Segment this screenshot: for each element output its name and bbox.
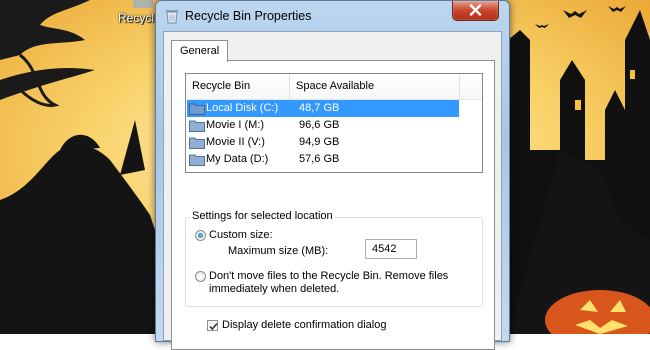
location-name: Local Disk (C:) <box>206 102 279 114</box>
checkmark-icon <box>209 322 218 331</box>
window-title: Recycle Bin Properties <box>185 9 312 23</box>
close-icon <box>469 4 482 16</box>
location-space: 48,7 GB <box>299 102 340 114</box>
general-tab-panel: Recycle Bin Location Space Available Loc… <box>171 60 495 350</box>
list-item-my-data-d[interactable]: My Data (D:) 57,6 GB <box>187 151 459 168</box>
custom-size-radio[interactable] <box>195 230 206 241</box>
custom-size-label[interactable]: Custom size: <box>209 229 273 241</box>
maximum-size-input[interactable]: 4542 <box>365 239 417 259</box>
location-name: Movie II (V:) <box>206 136 265 148</box>
list-header: Recycle Bin Location Space Available <box>186 74 482 117</box>
dont-move-files-label[interactable]: Don't move files to the Recycle Bin. Rem… <box>209 270 474 296</box>
list-item-movie-ii-v[interactable]: Movie II (V:) 94,9 GB <box>187 134 459 151</box>
display-confirmation-label[interactable]: Display delete confirmation dialog <box>222 319 386 331</box>
location-space: 96,6 GB <box>299 119 340 131</box>
column-header-location[interactable]: Recycle Bin Location <box>186 74 290 117</box>
window-client-area: General Recycle Bin Location Space Avail… <box>163 31 502 350</box>
list-item-local-disk-c[interactable]: Local Disk (C:) 48,7 GB <box>187 100 459 117</box>
folder-icon <box>189 136 205 149</box>
recycle-bin-icon <box>164 8 180 24</box>
maximum-size-label: Maximum size (MB): <box>228 245 329 257</box>
folder-icon <box>189 119 205 132</box>
display-confirmation-checkbox[interactable] <box>207 320 218 331</box>
folder-icon <box>189 102 205 115</box>
location-name: Movie I (M:) <box>206 119 265 131</box>
recycle-bin-desktop-label[interactable]: Recycl <box>118 11 158 25</box>
settings-group: Settings for selected location Custom si… <box>185 210 483 307</box>
dont-move-files-radio[interactable] <box>195 271 206 282</box>
settings-group-title: Settings for selected location <box>190 210 335 222</box>
location-space: 57,6 GB <box>299 153 340 165</box>
recycle-bin-properties-window: Recycle Bin Properties General Recycle B… <box>155 0 510 350</box>
column-header-space[interactable]: Space Available <box>290 74 460 99</box>
location-space: 94,9 GB <box>299 136 340 148</box>
list-item-movie-i-m[interactable]: Movie I (M:) 96,6 GB <box>187 117 459 134</box>
folder-icon <box>189 153 205 166</box>
location-name: My Data (D:) <box>206 153 269 165</box>
close-button[interactable] <box>452 1 499 21</box>
recycle-bin-location-list[interactable]: Recycle Bin Location Space Available Loc… <box>185 73 483 173</box>
title-bar[interactable]: Recycle Bin Properties <box>156 1 509 31</box>
tab-general[interactable]: General <box>171 40 229 62</box>
